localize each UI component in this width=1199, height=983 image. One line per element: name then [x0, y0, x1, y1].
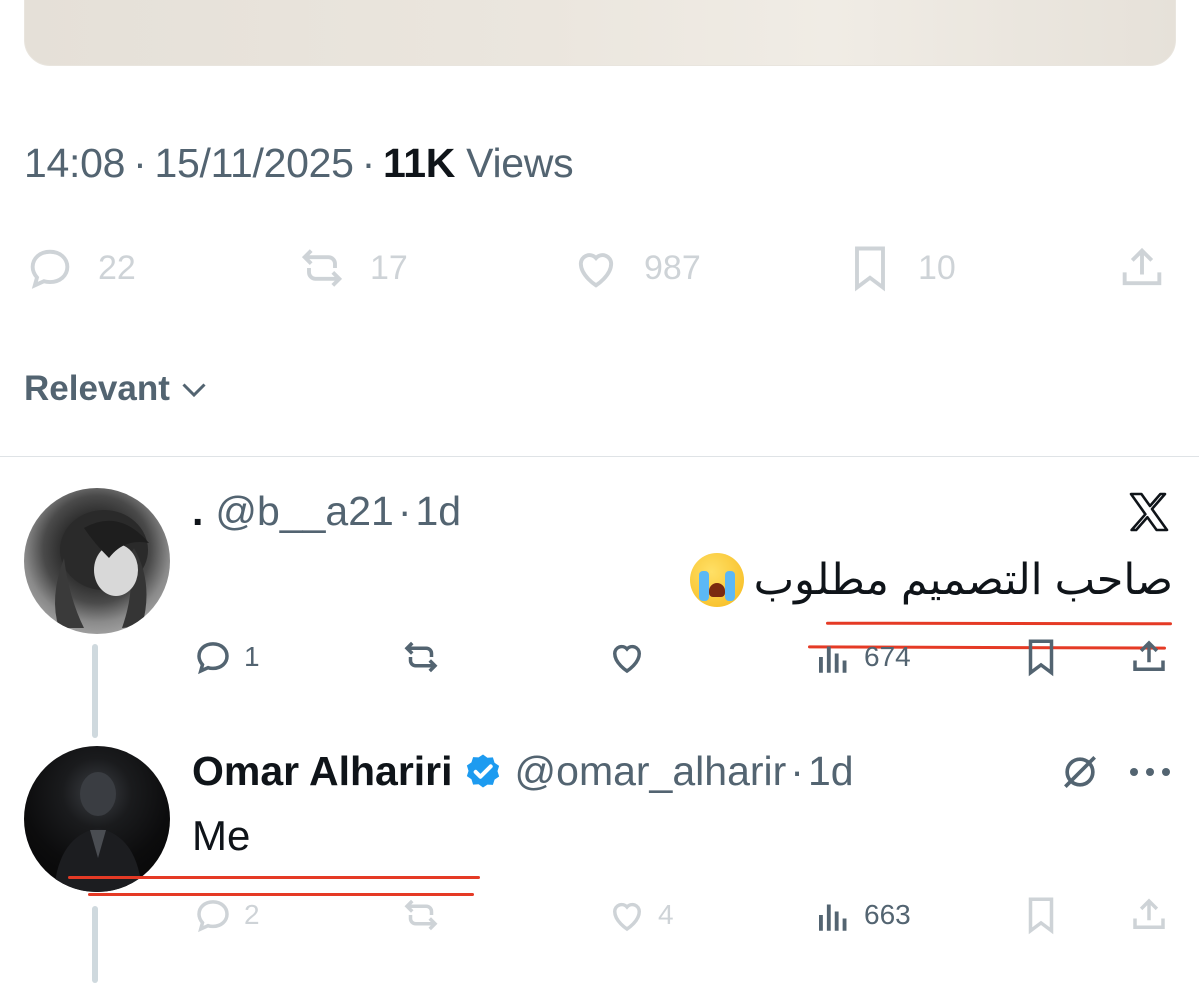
avatar[interactable] — [24, 746, 170, 892]
share-icon — [1133, 640, 1165, 671]
repost-icon — [301, 249, 343, 287]
views-icon — [819, 904, 847, 931]
bookmark-button[interactable]: 10 — [844, 238, 956, 298]
share-icon — [1122, 247, 1162, 286]
like-icon — [612, 902, 642, 932]
views-button[interactable]: 674 — [812, 636, 911, 678]
user-handle[interactable]: @b__a21 — [215, 488, 393, 535]
reply1-text: صاحب التصميم مطلوب — [689, 552, 1173, 608]
tweet-date: 15/11/2025 — [154, 140, 354, 186]
share-button[interactable] — [1128, 636, 1170, 678]
like-icon — [612, 644, 642, 674]
tweet-detail-page: 14:08 · 15/11/2025 · 11K Views 22 17 987 10 … — [0, 0, 1199, 983]
like-count: 4 — [658, 899, 674, 930]
tweet-time: 14:08 — [24, 140, 126, 186]
more-icon[interactable] — [1128, 766, 1172, 778]
bookmark-button[interactable] — [1020, 636, 1062, 678]
thread-connector-line — [92, 906, 98, 983]
views-button[interactable]: 663 — [812, 894, 911, 936]
grok-icon[interactable] — [1058, 750, 1102, 794]
share-button[interactable] — [1116, 238, 1168, 298]
repost-button[interactable]: 17 — [296, 238, 408, 298]
bookmark-count: 10 — [918, 248, 956, 287]
repost-button[interactable] — [400, 636, 442, 678]
crying-face-emoji-icon — [689, 553, 744, 607]
post-age[interactable]: 1d — [416, 488, 462, 535]
bookmark-button[interactable] — [1020, 894, 1062, 936]
reply1-text-content: صاحب التصميم مطلوب — [753, 556, 1173, 604]
like-count: 987 — [644, 248, 701, 287]
display-name[interactable]: . — [192, 488, 203, 535]
bookmark-icon — [1028, 639, 1054, 677]
display-name[interactable]: Omar Alhariri — [192, 748, 453, 795]
tweet-meta-line: 14:08 · 15/11/2025 · 11K Views — [24, 140, 574, 186]
reply-icon — [197, 642, 229, 675]
user-handle[interactable]: @omar_alharir — [515, 748, 787, 795]
reply-count: 22 — [98, 248, 136, 287]
share-icon — [1133, 898, 1165, 929]
bookmark-icon — [1028, 897, 1054, 935]
reply-count: 2 — [244, 899, 260, 930]
tweet-action-bar: 22 17 987 10 — [0, 238, 1199, 298]
reply-count: 1 — [244, 641, 260, 672]
like-button[interactable] — [606, 636, 648, 678]
thread-connector-line — [92, 644, 98, 738]
repost-button[interactable] — [400, 894, 442, 936]
reply2-text: Me — [192, 812, 251, 859]
x-logo-icon[interactable] — [1125, 488, 1173, 536]
reply-button[interactable]: 22 — [24, 238, 136, 298]
tweet-views-label[interactable]: Views — [466, 140, 573, 186]
avatar[interactable] — [24, 488, 170, 634]
reply-icon — [30, 249, 70, 289]
post-age[interactable]: 1d — [808, 748, 854, 795]
views-count: 663 — [864, 899, 911, 930]
highlight-underline — [825, 621, 1173, 626]
share-button[interactable] — [1128, 894, 1170, 936]
like-button[interactable]: 4 — [606, 894, 674, 936]
like-icon — [578, 253, 614, 288]
tweet-views-count[interactable]: 11K — [383, 140, 455, 186]
reply-sort-label: Relevant — [24, 369, 170, 408]
views-icon — [819, 646, 847, 673]
section-divider — [0, 456, 1199, 457]
reply-sort-dropdown[interactable]: Relevant — [24, 366, 212, 412]
reply1-header: . @b__a21 · 1d — [192, 487, 462, 535]
bookmark-icon — [855, 246, 885, 292]
repost-count: 17 — [370, 248, 408, 287]
reply-icon — [197, 900, 229, 933]
tweet-media-image[interactable] — [24, 0, 1176, 66]
verified-icon — [466, 754, 499, 788]
reply-button[interactable]: 1 — [192, 636, 260, 678]
avatar-photo — [54, 772, 142, 892]
highlight-underline — [68, 876, 480, 879]
reply2-header: Omar Alhariri @omar_alharir · 1d — [192, 747, 854, 795]
views-count: 674 — [864, 641, 911, 672]
like-button[interactable]: 987 — [570, 238, 701, 298]
avatar-photo — [55, 510, 149, 628]
reply-button[interactable]: 2 — [192, 894, 260, 936]
repost-icon — [404, 641, 438, 673]
repost-icon — [404, 899, 438, 931]
chevron-down-icon — [182, 383, 206, 398]
